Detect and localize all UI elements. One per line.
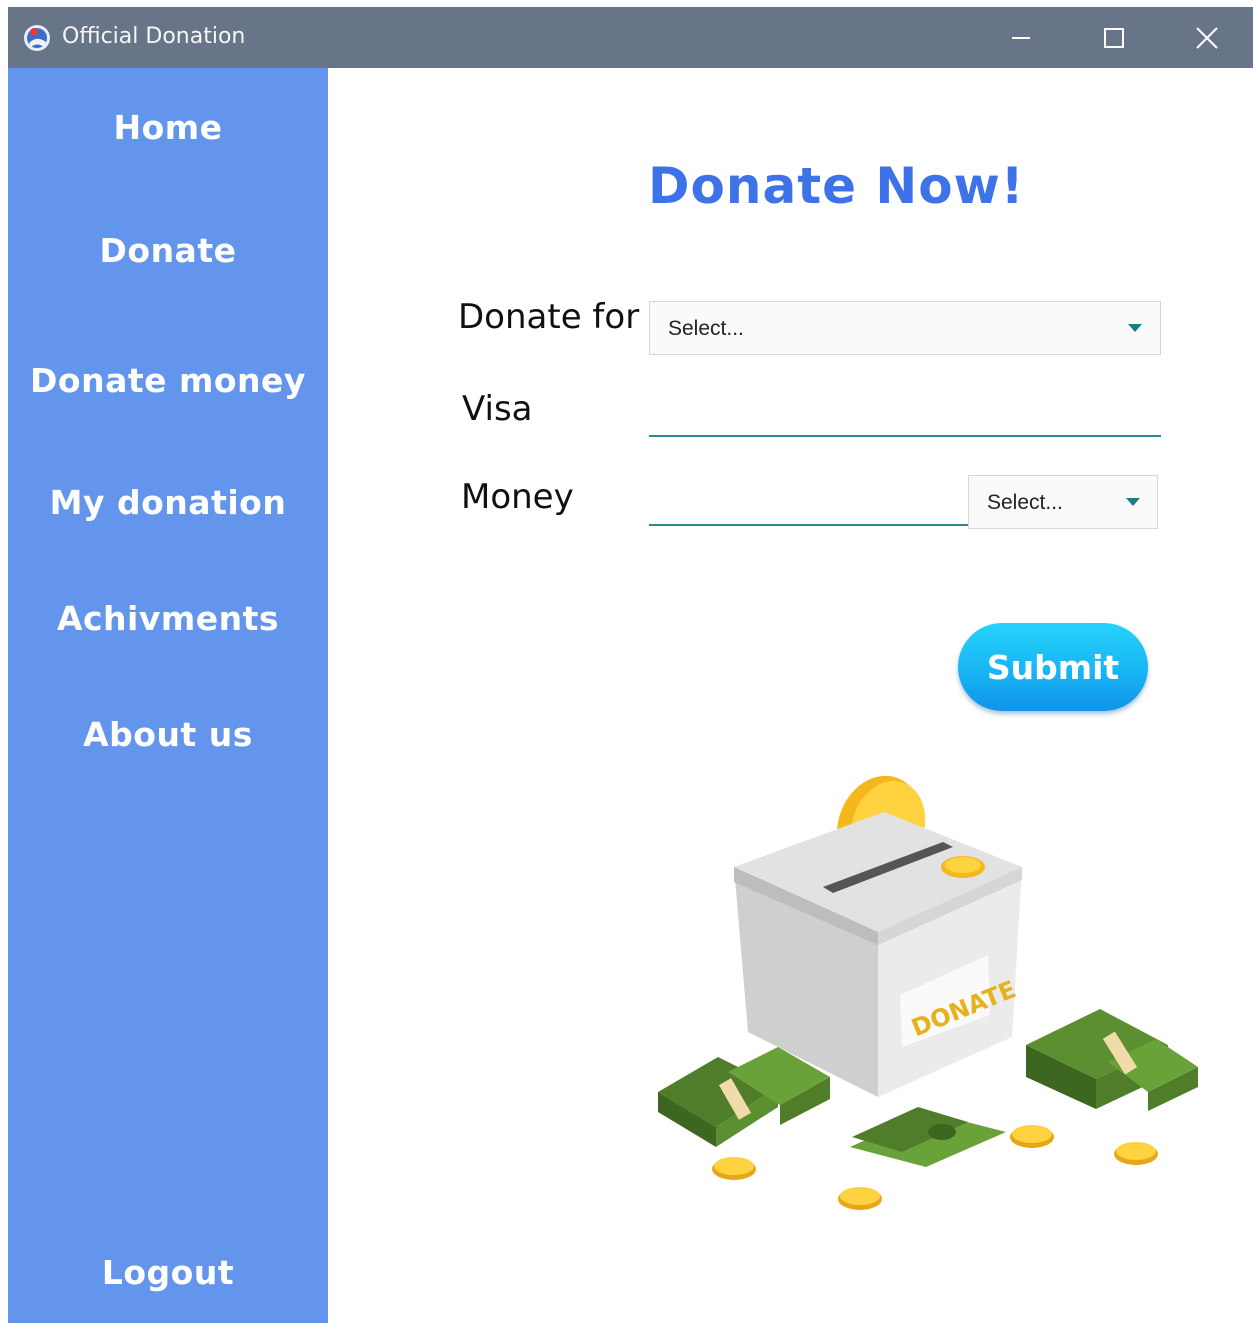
sidebar-item-my-donation[interactable]: My donation (8, 483, 328, 522)
logout-button[interactable]: Logout (8, 1253, 328, 1292)
maximize-button[interactable] (1068, 7, 1160, 68)
minimize-icon (1012, 36, 1030, 39)
currency-select[interactable]: Select... (968, 475, 1158, 529)
sidebar: Home Donate Donate money My donation Ach… (8, 68, 328, 1323)
sidebar-item-home[interactable]: Home (8, 108, 328, 147)
title-bar[interactable]: Official Donation (8, 7, 1253, 68)
app-icon (24, 25, 50, 51)
app-window: Official Donation Home Donate Donate mon… (8, 7, 1253, 1323)
money-input[interactable] (649, 486, 969, 526)
submit-button[interactable]: Submit (958, 623, 1148, 711)
sidebar-item-donate[interactable]: Donate (8, 231, 328, 270)
money-label: Money (461, 477, 574, 517)
visa-label: Visa (462, 389, 533, 429)
donate-for-select-value: Select... (668, 317, 744, 340)
chevron-down-icon (1128, 324, 1142, 332)
close-icon (1196, 26, 1218, 49)
donate-for-select[interactable]: Select... (649, 301, 1161, 355)
donate-for-label: Donate for (458, 297, 640, 337)
close-button[interactable] (1161, 7, 1253, 68)
maximize-icon (1104, 27, 1124, 48)
sidebar-item-achivments[interactable]: Achivments (8, 599, 328, 638)
page-title: Donate Now! (648, 157, 1025, 215)
donation-box-illustration: DONATE (658, 775, 1198, 1210)
window-title: Official Donation (62, 24, 246, 49)
chevron-down-icon (1126, 498, 1140, 506)
sidebar-item-about-us[interactable]: About us (8, 715, 328, 754)
minimize-button[interactable] (975, 7, 1067, 68)
sidebar-item-donate-money[interactable]: Donate money (8, 361, 328, 400)
currency-select-value: Select... (987, 491, 1063, 514)
visa-input[interactable] (649, 397, 1161, 437)
